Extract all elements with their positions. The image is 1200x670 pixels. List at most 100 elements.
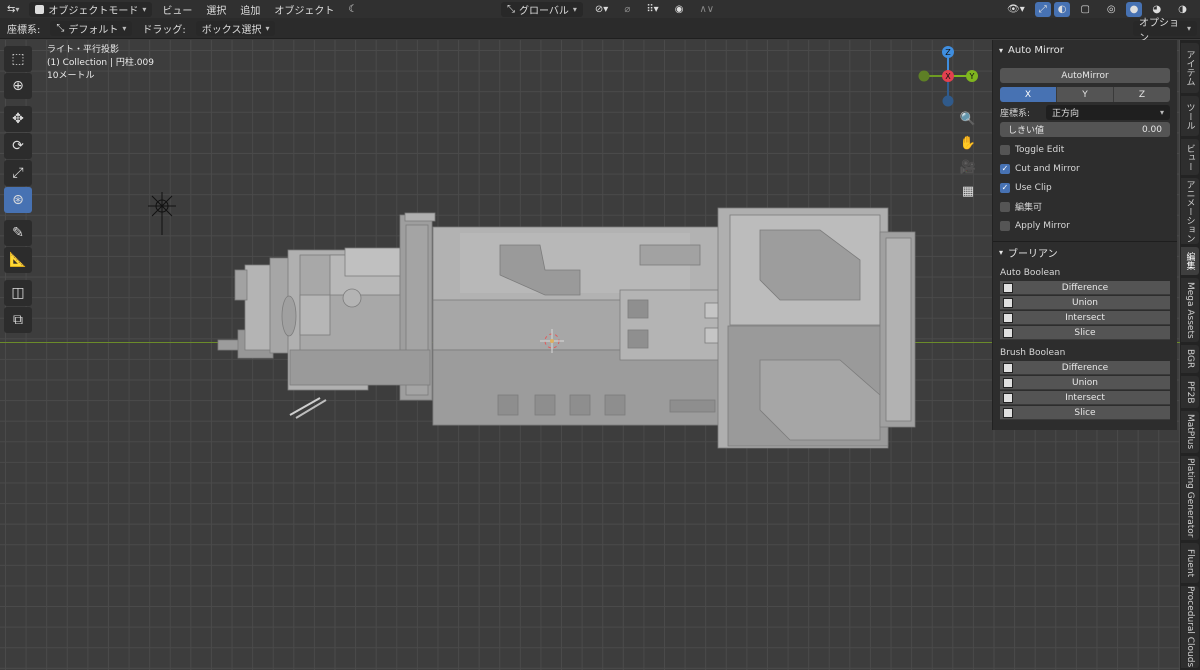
boolean-title: ブーリアン <box>1008 248 1058 260</box>
auto-mirror-header[interactable]: ▾ Auto Mirror <box>993 40 1177 60</box>
rotate-tool[interactable]: ⟳ <box>4 133 32 159</box>
brush-difference-button[interactable]: Difference <box>1000 361 1170 375</box>
visibility-icon[interactable]: 👁▾ <box>1000 0 1032 18</box>
cut-and-mirror-row[interactable]: ✓ Cut and Mirror <box>993 159 1177 178</box>
xray-icon[interactable]: ▢ <box>1073 0 1096 18</box>
tab-label: ビュー <box>1184 143 1195 171</box>
transform-tool[interactable]: ⊛ <box>4 187 32 213</box>
snap-icon[interactable]: ⌀ <box>617 0 637 18</box>
zoom-icon[interactable]: 🔍 <box>957 108 979 130</box>
op-label: Union <box>1071 297 1098 308</box>
shading-wireframe-icon[interactable]: ◎ <box>1100 0 1123 18</box>
transform-orientation-selector[interactable]: ⤡ グローバル ▾ <box>501 1 583 17</box>
orientation-dropdown[interactable]: 正方向 ▾ <box>1046 105 1170 120</box>
options-button[interactable]: オプション ▾ <box>1133 18 1197 44</box>
tab-item[interactable]: アイテム <box>1181 43 1199 93</box>
threshold-label: しきい値 <box>1008 126 1045 136</box>
cursor-tool[interactable]: ⊕ <box>4 73 32 99</box>
op-label: Slice <box>1074 407 1096 418</box>
tab-fluent[interactable]: Fluent <box>1181 543 1199 583</box>
brush-boolean-label: Brush Boolean <box>1000 348 1066 358</box>
sidebar-tabs: アイテム ツール ビュー アニメーション 編集 Mega Assets BGR … <box>1180 40 1200 670</box>
scale-tool[interactable]: ⤢ <box>4 160 32 186</box>
orientation-selector[interactable]: ⤡ デフォルト ▾ <box>50 20 133 36</box>
navigation-gizmo[interactable]: Z Y X <box>910 40 982 110</box>
apply-mirror-row[interactable]: Apply Mirror <box>993 216 1177 235</box>
measure-tool[interactable]: 📐 <box>4 247 32 273</box>
tab-matplus[interactable]: MatPlus <box>1181 411 1199 453</box>
auto-union-button[interactable]: Union <box>1000 296 1170 310</box>
axis-y-toggle[interactable]: Y <box>1057 87 1114 102</box>
slice-icon <box>1003 327 1013 338</box>
tool-settings-bar: 座標系: ⤡ デフォルト ▾ ドラッグ: ボックス選択 ▾ オプション ▾ <box>0 18 1200 44</box>
tab-label: PF2B <box>1185 380 1195 404</box>
toggle-edit-checkbox[interactable] <box>1000 144 1010 155</box>
toggle-edit-row[interactable]: Toggle Edit <box>993 140 1177 159</box>
use-clip-row[interactable]: ✓ Use Clip <box>993 178 1177 197</box>
pivot-icon[interactable]: ⊘▾ <box>588 0 615 18</box>
tab-plating-generator[interactable]: Plating Generator <box>1181 456 1199 540</box>
boolean-header[interactable]: ▾ ブーリアン <box>993 242 1177 262</box>
axis-toggle-group: X Y Z <box>1000 87 1170 102</box>
pan-hand-icon[interactable]: ✋ <box>957 132 979 154</box>
gizmo-z-label: Z <box>945 48 951 57</box>
union-icon <box>1003 297 1013 308</box>
camera-icon[interactable]: 🎥 <box>957 156 979 178</box>
automirror-button[interactable]: AutoMirror <box>1000 68 1170 83</box>
tab-pf2b[interactable]: PF2B <box>1181 376 1199 408</box>
tab-label: Mega Assets <box>1185 281 1195 339</box>
editable-row[interactable]: 編集可 <box>993 197 1177 216</box>
orientation-value: デフォルト <box>68 24 119 36</box>
editable-label: 編集可 <box>1015 203 1043 213</box>
drag-value: ボックス選択 <box>201 24 262 36</box>
axis-z-toggle[interactable]: Z <box>1114 87 1170 102</box>
chevron-down-icon: ▾ <box>122 23 127 33</box>
annotate-tool[interactable]: ✎ <box>4 220 32 246</box>
brush-slice-button[interactable]: Slice <box>1000 406 1170 420</box>
add-cube-tool[interactable]: ◫ <box>4 280 32 306</box>
use-clip-checkbox[interactable]: ✓ <box>1000 182 1010 193</box>
mode-selector[interactable]: オブジェクトモード ▾ <box>29 1 153 17</box>
tab-view[interactable]: ビュー <box>1181 139 1199 175</box>
viewport-info: ライト・平行投影 (1) Collection | 円柱.009 10メートル <box>47 44 154 83</box>
falloff-icon[interactable]: ∧∨ <box>692 0 721 18</box>
threshold-field[interactable]: しきい値 0.00 <box>1000 122 1170 137</box>
view-mode-text: ライト・平行投影 <box>47 45 120 55</box>
auto-intersect-button[interactable]: Intersect <box>1000 311 1170 325</box>
tab-label: Plating Generator <box>1185 458 1195 538</box>
tab-procedural-clouds[interactable]: Procedural Clouds <box>1181 586 1199 668</box>
menu-add[interactable]: 追加 <box>233 0 267 18</box>
brush-union-button[interactable]: Union <box>1000 376 1170 390</box>
snap-target-icon[interactable]: ⠿▾ <box>639 0 665 18</box>
tab-bgr[interactable]: BGR <box>1181 345 1199 373</box>
object-mode-icon <box>35 4 45 14</box>
intersect-icon <box>1003 392 1013 403</box>
drag-selector[interactable]: ボックス選択 ▾ <box>195 20 276 36</box>
select-box-tool[interactable]: ⬚ <box>4 46 32 72</box>
moon-icon[interactable]: ☾ <box>341 0 364 18</box>
tab-edit[interactable]: 編集 <box>1181 247 1199 275</box>
tab-mega-assets[interactable]: Mega Assets <box>1181 278 1199 342</box>
editor-type-button[interactable]: ⇆ ▾ <box>0 0 26 18</box>
move-tool[interactable]: ✥ <box>4 106 32 132</box>
apply-mirror-checkbox[interactable] <box>1000 220 1010 231</box>
difference-icon <box>1003 362 1013 373</box>
add-object-tool[interactable]: ⧉ <box>4 307 32 333</box>
menu-select[interactable]: 選択 <box>199 0 233 18</box>
menu-view[interactable]: ビュー <box>155 0 199 18</box>
auto-slice-button[interactable]: Slice <box>1000 326 1170 340</box>
brush-intersect-button[interactable]: Intersect <box>1000 391 1170 405</box>
overlay-toggle-icon[interactable]: ◐ <box>1053 1 1071 17</box>
tab-animation[interactable]: アニメーション <box>1181 178 1199 244</box>
axis-x-toggle[interactable]: X <box>1000 87 1057 102</box>
tab-label: MatPlus <box>1185 414 1195 450</box>
auto-difference-button[interactable]: Difference <box>1000 281 1170 295</box>
gizmo-toggle-icon[interactable]: ⤢ <box>1034 1 1051 17</box>
editable-checkbox[interactable] <box>1000 201 1010 212</box>
chevron-down-icon: ▾ <box>142 4 147 14</box>
cut-and-mirror-checkbox[interactable]: ✓ <box>1000 163 1010 174</box>
proportional-edit-icon[interactable]: ◉ <box>668 0 691 18</box>
menu-object[interactable]: オブジェクト <box>267 0 341 18</box>
grid-icon[interactable]: ▦ <box>957 180 979 202</box>
tab-tool[interactable]: ツール <box>1181 96 1199 136</box>
